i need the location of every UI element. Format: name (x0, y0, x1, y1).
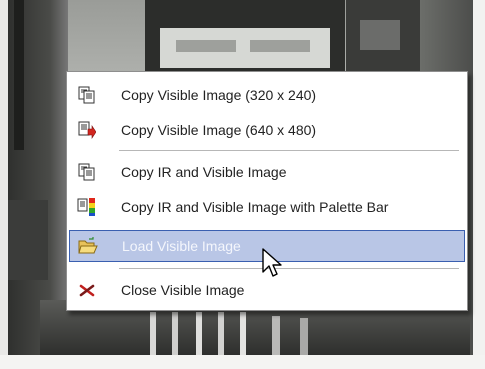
copy-icon (76, 161, 98, 183)
mouse-pointer-icon (262, 248, 282, 277)
menu-item-label: Copy IR and Visible Image (121, 164, 287, 180)
menu-item-label: Close Visible Image (121, 282, 245, 298)
menu-item-label: Copy Visible Image (640 x 480) (121, 122, 317, 138)
open-folder-icon (77, 235, 99, 257)
menu-item-copy-ir-visible[interactable]: Copy IR and Visible Image (69, 156, 465, 188)
close-x-icon (76, 279, 98, 301)
menu-item-copy-ir-visible-palette[interactable]: Copy IR and Visible Image with Palette B… (69, 191, 465, 223)
palette-bar-icon (76, 196, 98, 218)
copy-icon (76, 84, 98, 106)
menu-item-copy-visible-640[interactable]: Copy Visible Image (640 x 480) (69, 114, 465, 146)
menu-separator (119, 268, 459, 269)
menu-item-label: Copy Visible Image (320 x 240) (121, 87, 317, 103)
menu-item-label: Load Visible Image (122, 238, 241, 254)
copy-large-icon (76, 119, 98, 141)
menu-item-copy-visible-320[interactable]: Copy Visible Image (320 x 240) (69, 79, 465, 111)
menu-item-label: Copy IR and Visible Image with Palette B… (121, 199, 389, 215)
menu-separator (119, 150, 459, 151)
